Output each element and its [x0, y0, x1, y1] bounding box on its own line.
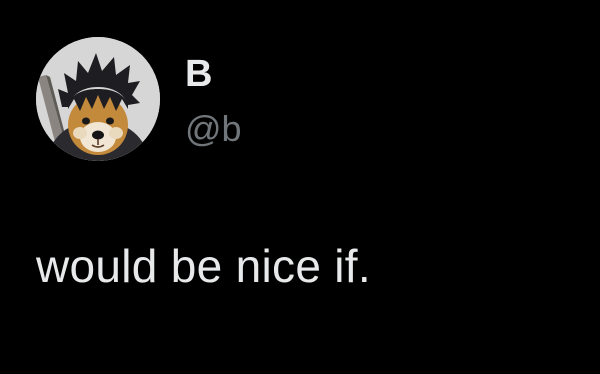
author-display-name[interactable]: B [185, 52, 213, 96]
tweet-card: B @b would be nice if. [0, 0, 600, 374]
tweet-text: would be nice if. [36, 240, 371, 292]
dog-avatar-icon [36, 37, 160, 161]
avatar[interactable] [36, 37, 160, 161]
name-redaction [227, 56, 347, 96]
handle-redaction [250, 110, 390, 150]
author-handle[interactable]: @b [185, 108, 242, 150]
